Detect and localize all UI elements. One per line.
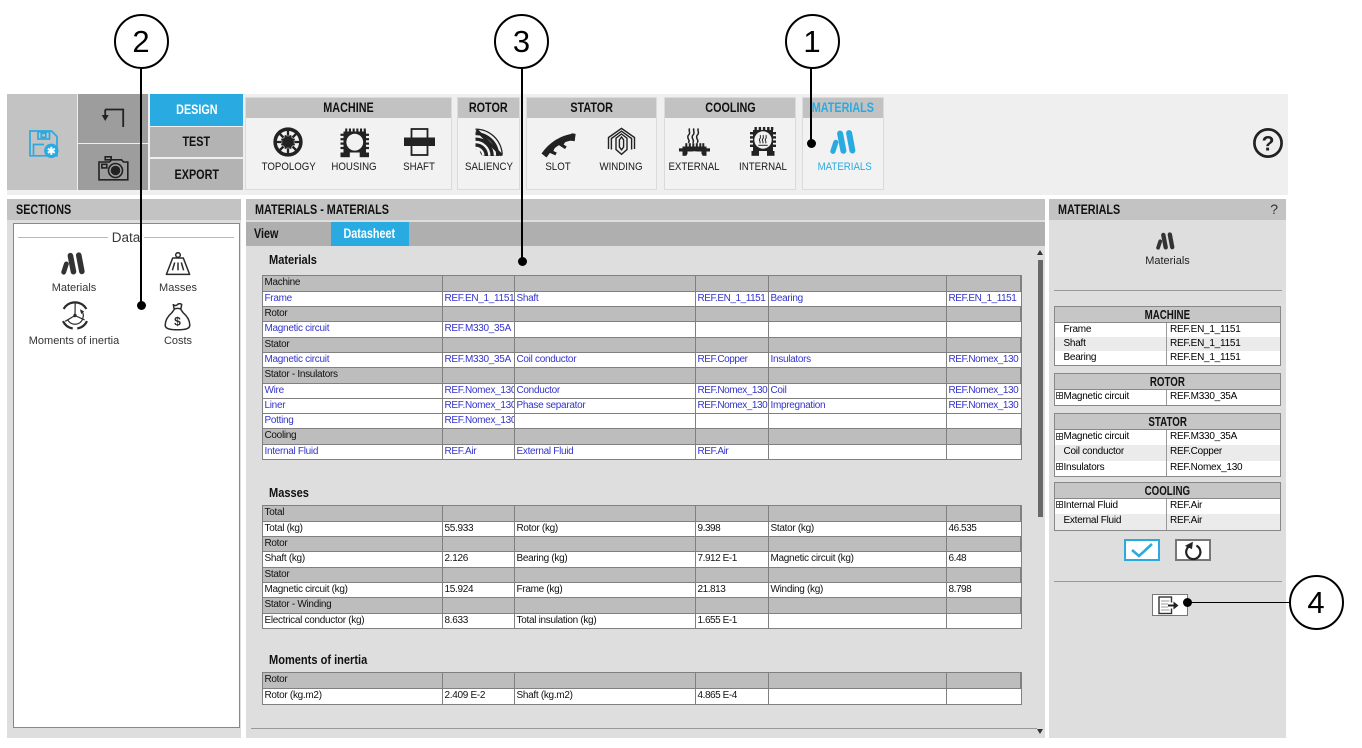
svg-text:?: ?: [1261, 133, 1274, 156]
svg-text:$: $: [175, 314, 182, 328]
